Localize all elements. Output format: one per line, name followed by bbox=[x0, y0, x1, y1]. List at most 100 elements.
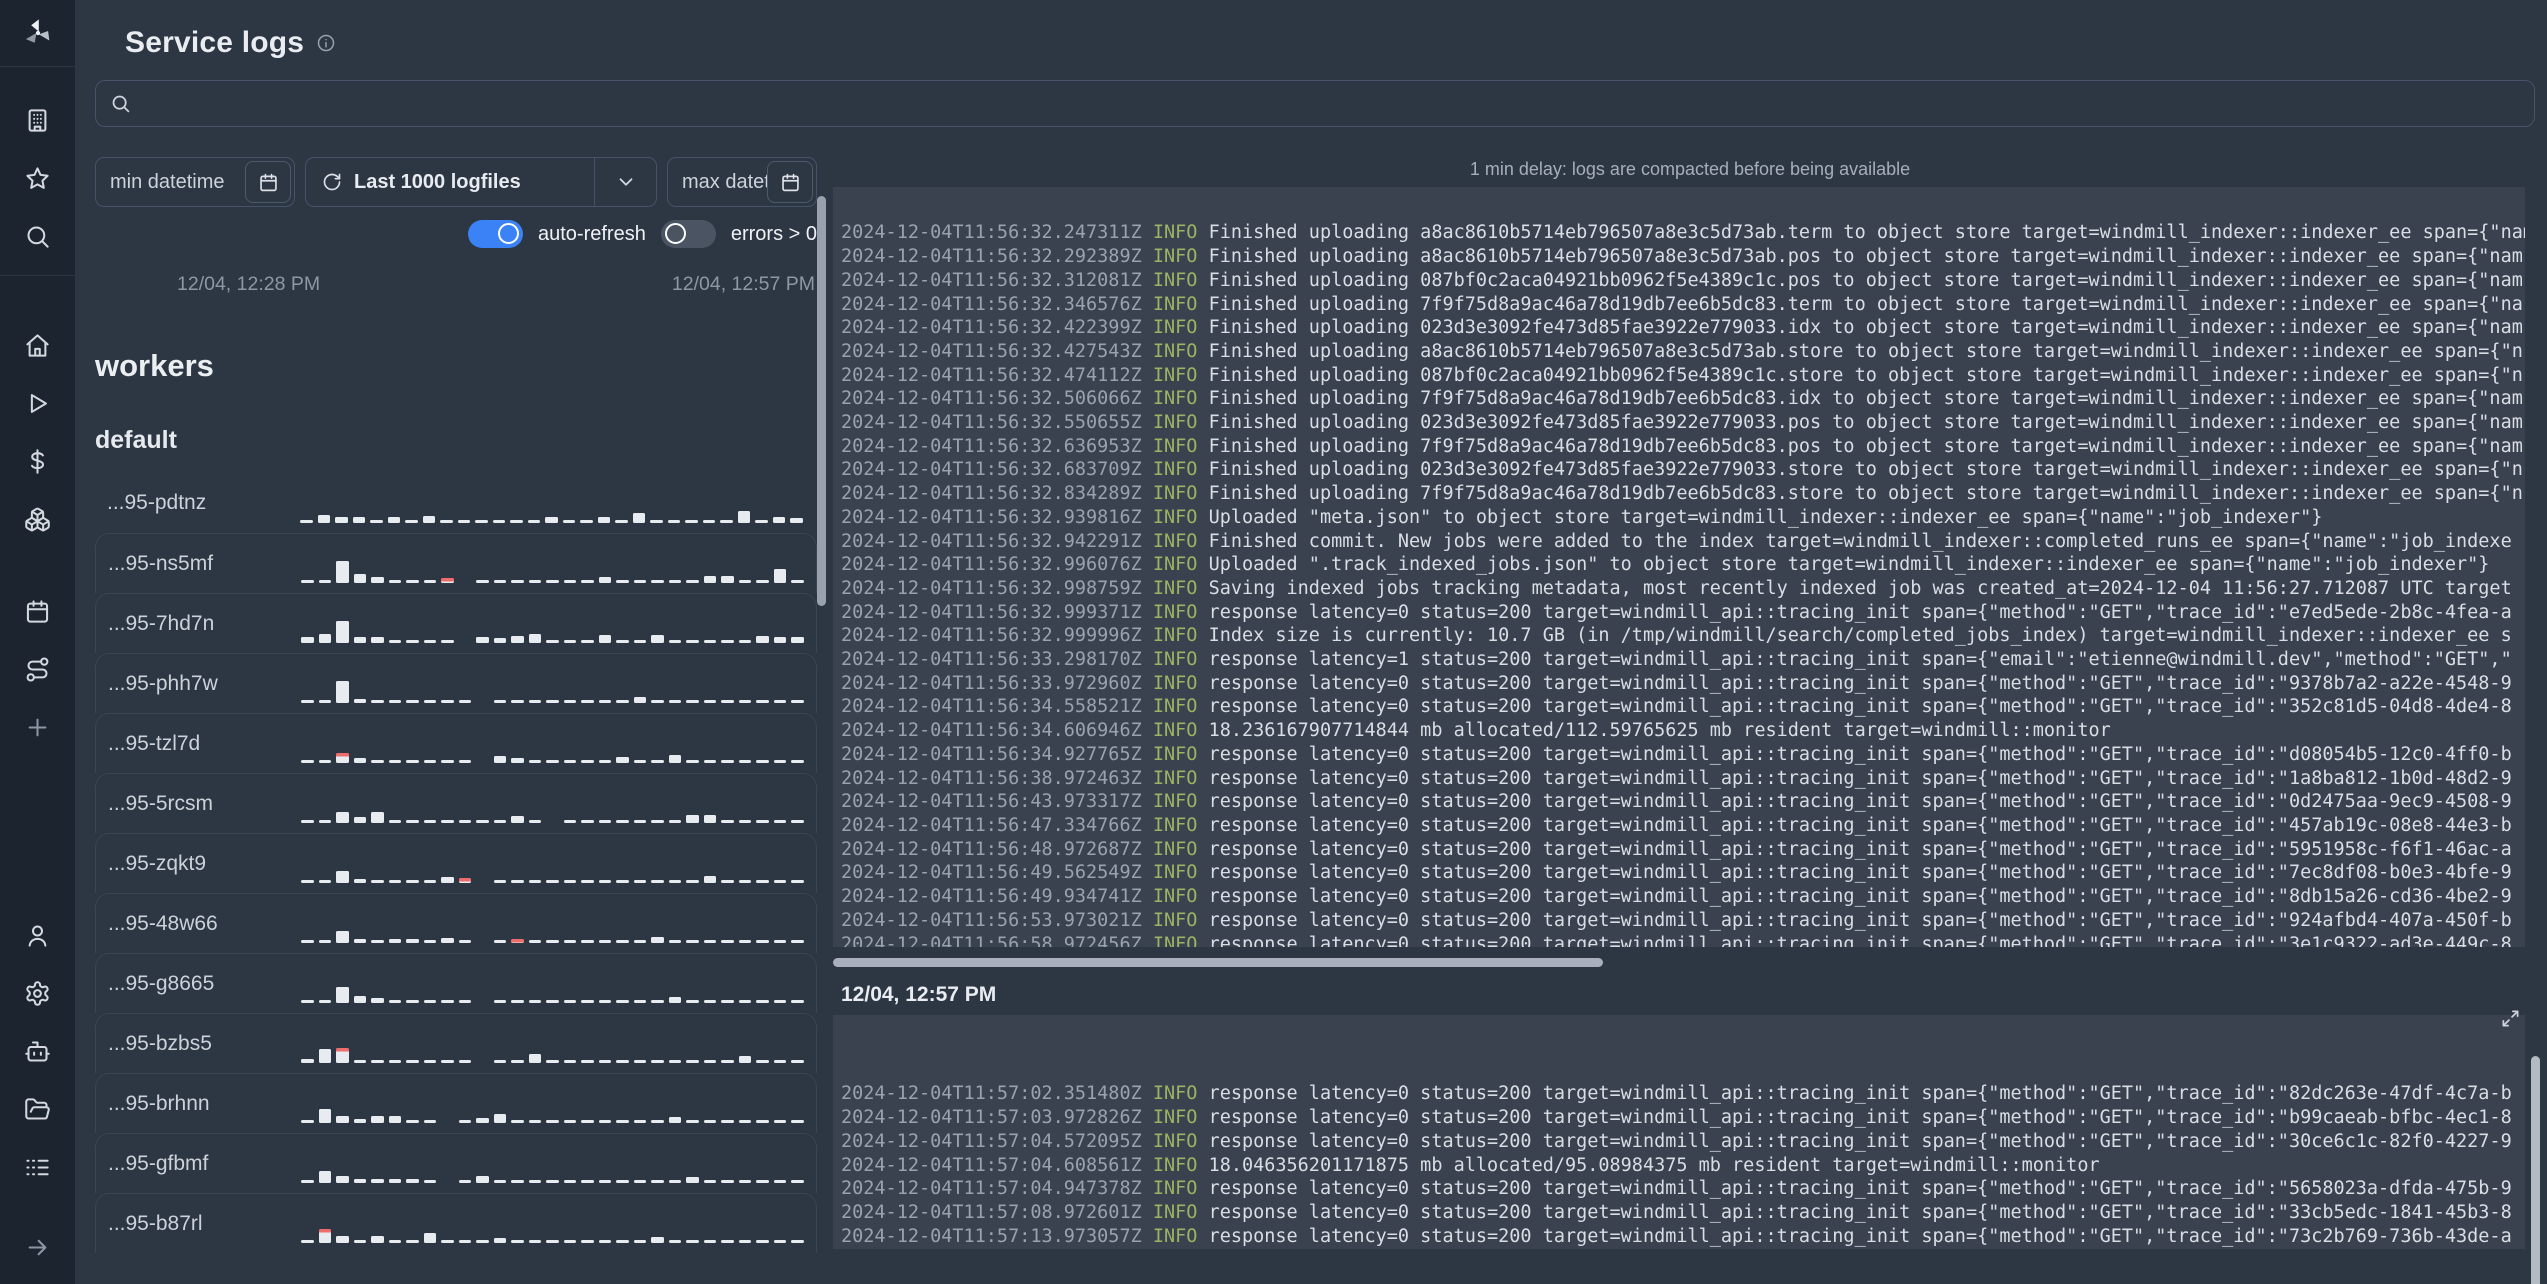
sidebar-item-logs-list[interactable] bbox=[0, 1138, 75, 1196]
log-line: 2024-12-04T11:57:17.363047Z INFO respons… bbox=[841, 1248, 2525, 1249]
sidebar-item-search[interactable] bbox=[0, 207, 75, 265]
sparkline-bar bbox=[616, 1180, 629, 1183]
sparkline-bar bbox=[336, 561, 349, 583]
sparkline-bar bbox=[318, 1049, 331, 1063]
sparkline-bar bbox=[476, 1176, 489, 1183]
sparkline-bar bbox=[336, 987, 349, 1003]
min-datetime-field[interactable]: min datetime bbox=[95, 157, 295, 207]
worker-row[interactable]: ...95-g8665 bbox=[95, 953, 817, 1013]
sidebar-item-plus[interactable] bbox=[0, 698, 75, 756]
sparkline-bar bbox=[703, 760, 716, 763]
filters-and-workers-column: min datetime Last 1000 logfiles max date… bbox=[95, 157, 817, 1253]
sparkline-bar bbox=[616, 1060, 629, 1063]
sparkline-bar bbox=[318, 880, 331, 883]
sparkline-bar bbox=[668, 820, 681, 823]
worker-row[interactable]: ...95-5rcsm bbox=[95, 773, 817, 833]
worker-row[interactable]: ...95-tzl7d bbox=[95, 713, 817, 773]
page-title: Service logs bbox=[125, 26, 305, 59]
vertical-scrollbar-left[interactable] bbox=[817, 196, 826, 606]
max-datetime-calendar-button[interactable] bbox=[767, 161, 813, 203]
max-datetime-field[interactable]: max datetime bbox=[667, 157, 817, 207]
sparkline-bar bbox=[791, 637, 804, 643]
windmill-logo[interactable] bbox=[0, 0, 75, 67]
worker-row[interactable]: ...95-gfbmf bbox=[95, 1133, 817, 1193]
sparkline-bar bbox=[633, 1240, 646, 1243]
sidebar-item-arrow-right[interactable] bbox=[0, 1218, 75, 1276]
sparkline-bar bbox=[668, 1060, 681, 1063]
sparkline-bar bbox=[353, 1179, 366, 1183]
sparkline-bar bbox=[791, 580, 804, 583]
worker-row[interactable]: ...95-48w66 bbox=[95, 893, 817, 953]
worker-row[interactable]: ...95-phh7w bbox=[95, 653, 817, 713]
vertical-scrollbar-right[interactable] bbox=[2531, 1056, 2540, 1284]
info-icon[interactable] bbox=[316, 33, 336, 53]
worker-activity-sparkline bbox=[301, 774, 816, 833]
sparkline-bar bbox=[441, 1060, 454, 1063]
worker-row[interactable]: ...95-7hd7n bbox=[95, 593, 817, 653]
sparkline-bar bbox=[738, 1120, 751, 1123]
horizontal-scrollbar[interactable] bbox=[833, 958, 2525, 967]
sparkline-bar bbox=[511, 580, 524, 583]
worker-row[interactable]: ...95-b87rl bbox=[95, 1193, 817, 1253]
sparkline-bar bbox=[668, 640, 681, 643]
sidebar-item-bot[interactable] bbox=[0, 1022, 75, 1080]
worker-list: ...95-pdtnz ...95-ns5mf ...95-7hd7n ...95-p… bbox=[95, 473, 817, 1253]
sidebar bbox=[0, 0, 75, 1284]
sparkline-bar bbox=[388, 760, 401, 763]
sparkline-bar bbox=[756, 1060, 769, 1063]
search-input[interactable] bbox=[141, 92, 2520, 115]
sparkline-bar bbox=[406, 939, 419, 943]
sidebar-item-route[interactable] bbox=[0, 640, 75, 698]
sparkline-bar bbox=[317, 515, 330, 523]
worker-row[interactable]: ...95-brhnn bbox=[95, 1073, 817, 1133]
worker-row[interactable]: ...95-zqkt9 bbox=[95, 833, 817, 893]
sidebar-item-star[interactable] bbox=[0, 149, 75, 207]
sparkline-bar bbox=[528, 940, 541, 943]
sparkline-bar bbox=[457, 520, 470, 523]
sparkline-bar bbox=[406, 580, 419, 583]
sparkline-bar bbox=[756, 700, 769, 703]
sidebar-item-calendar[interactable] bbox=[0, 582, 75, 640]
sidebar-item-folder-open[interactable] bbox=[0, 1080, 75, 1138]
min-datetime-calendar-button[interactable] bbox=[245, 161, 291, 203]
sidebar-item-boxes[interactable] bbox=[0, 490, 75, 548]
sparkline-bar bbox=[388, 1000, 401, 1003]
sparkline-bar bbox=[598, 940, 611, 943]
sidebar-item-play[interactable] bbox=[0, 374, 75, 432]
horizontal-scrollbar-thumb[interactable] bbox=[833, 958, 1603, 967]
sparkline-bar bbox=[441, 1000, 454, 1003]
expand-button[interactable] bbox=[2501, 1009, 2520, 1031]
worker-row[interactable]: ...95-ns5mf bbox=[95, 533, 817, 593]
logfiles-dropdown-toggle[interactable] bbox=[594, 158, 656, 206]
logfiles-select[interactable]: Last 1000 logfiles bbox=[305, 157, 657, 207]
sparkline-bar bbox=[493, 700, 506, 703]
sparkline-bar bbox=[476, 580, 489, 583]
sparkline-bar bbox=[371, 577, 384, 583]
sparkline-bar bbox=[406, 820, 419, 823]
worker-activity-sparkline bbox=[301, 954, 816, 1013]
sparkline-bar bbox=[353, 699, 366, 703]
sparkline-bar bbox=[616, 940, 629, 943]
worker-row[interactable]: ...95-pdtnz bbox=[95, 473, 817, 533]
sparkline-bar bbox=[318, 940, 331, 943]
search-bar[interactable] bbox=[95, 80, 2535, 127]
sparkline-bar bbox=[721, 760, 734, 763]
sidebar-item-home[interactable] bbox=[0, 316, 75, 374]
sidebar-item-building[interactable] bbox=[0, 91, 75, 149]
log-line: 2024-12-04T11:56:32.636953Z INFO Finishe… bbox=[841, 435, 2523, 457]
auto-refresh-toggle[interactable] bbox=[468, 220, 523, 248]
sparkline-bar bbox=[616, 757, 629, 763]
sidebar-item-settings[interactable] bbox=[0, 964, 75, 1022]
sidebar-item-user[interactable] bbox=[0, 906, 75, 964]
sparkline-bar bbox=[598, 1180, 611, 1183]
worker-row[interactable]: ...95-bzbs5 bbox=[95, 1013, 817, 1073]
sparkline-bar bbox=[563, 940, 576, 943]
log-block-1[interactable]: 2024-12-04T11:56:32.247311Z INFO Finishe… bbox=[833, 187, 2525, 947]
log-block-2[interactable]: 2024-12-04T11:57:02.351480Z INFO respons… bbox=[833, 1015, 2525, 1249]
sidebar-item-dollar-sign[interactable] bbox=[0, 432, 75, 490]
errors-toggle[interactable] bbox=[660, 220, 716, 248]
sparkline-bar bbox=[406, 880, 419, 883]
sparkline-bar bbox=[668, 1180, 681, 1183]
sparkline-bar bbox=[791, 1000, 804, 1003]
sparkline-bar bbox=[336, 681, 349, 703]
